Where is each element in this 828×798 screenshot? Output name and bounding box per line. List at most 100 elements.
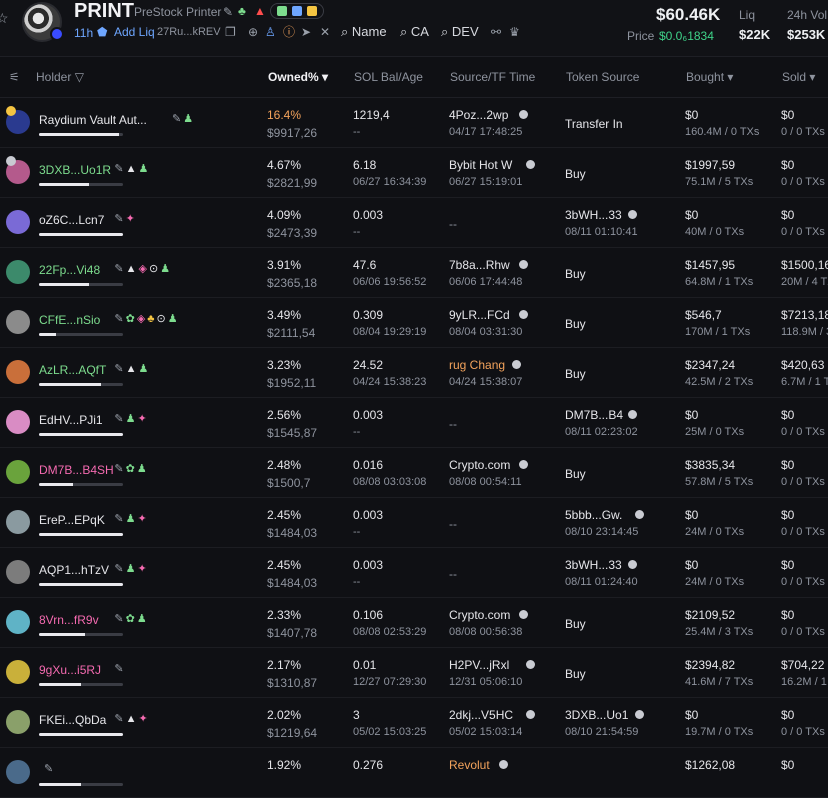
drop-icon: ⬟ [97, 25, 108, 39]
tag-icon[interactable]: ✎ [114, 613, 125, 625]
source-empty: -- [449, 517, 457, 531]
tag-icon[interactable]: ✎ [114, 213, 125, 225]
table-row[interactable]: 8Vrn...fR9v ✎✿♟ 2.33% $1407,78 0.106 08/08 02… [0, 598, 828, 648]
globe-icon[interactable]: ⊕ [248, 25, 258, 39]
tag-icon[interactable]: ✎ [114, 463, 125, 475]
tag-icon[interactable]: ✎ [114, 163, 125, 175]
col-bought[interactable]: Bought ▾ [686, 70, 733, 84]
tag-icon[interactable]: ✎ [114, 663, 125, 675]
funding-source[interactable]: 2dkj...V5HC [449, 708, 513, 722]
x-icon[interactable]: ✕ [320, 25, 330, 39]
table-row[interactable]: AzLR...AQfT ✎▲♟ 3.23% $1952,11 24.52 04/24 15… [0, 348, 828, 398]
contract-address[interactable]: 27Ru...kREV [157, 26, 221, 38]
funding-source[interactable]: Revolut [449, 758, 490, 772]
owned-usd: $1407,78 [267, 626, 318, 640]
holder-address[interactable]: CFfE...nSio [39, 313, 100, 327]
table-row[interactable]: 3DXB...Uo1R ✎▲♟ 4.67% $2821,99 6.18 06/27 16:… [0, 148, 828, 198]
table-row[interactable]: 9gXu...i5RJ ✎ 2.17% $1310,87 0.01 12/27 07:29… [0, 648, 828, 698]
star-icon[interactable]: ☆ [0, 10, 9, 27]
owned-percent: 2.56% [267, 408, 302, 422]
token-source[interactable]: DM7B...B4 [565, 408, 623, 422]
bought-usd: $1262,08 [685, 758, 736, 772]
table-row[interactable]: EreP...EPqK ✎♟✦ 2.45% $1484,03 0.003 -- -- 5bbb… [0, 498, 828, 548]
col-sol-bal[interactable]: SOL Bal/Age [354, 70, 423, 84]
holder-address[interactable]: AzLR...AQfT [39, 363, 106, 377]
filter-icon[interactable]: ▽ [75, 70, 84, 84]
holder-address[interactable]: EdHV...PJi1 [39, 413, 103, 427]
funding-source[interactable]: Crypto.com [449, 458, 510, 472]
liq-value: $22K [739, 27, 771, 42]
funding-source[interactable]: Bybit Hot W [449, 158, 512, 172]
holder-address[interactable]: EreP...EPqK [39, 513, 105, 527]
copy-icon[interactable]: ❐ [225, 25, 236, 39]
bought-usd: $0 [685, 708, 699, 722]
holding-bar [39, 683, 123, 686]
table-row[interactable]: DM7B...B4SH ✎✿♟ 2.48% $1500,7 0.016 08/08 03:… [0, 448, 828, 498]
tag-icon[interactable]: ✎ [114, 263, 125, 275]
funding-source[interactable]: 4Poz...2wp [449, 108, 508, 122]
telegram-icon[interactable]: ➤ [301, 25, 311, 39]
table-row[interactable]: CFfE...nSio ✎✿◈♣⊙♟ 3.49% $2111,54 0.309 08/04… [0, 298, 828, 348]
col-owned[interactable]: Owned% ▾ [268, 70, 328, 84]
holder-address[interactable]: AQP1...hTzV [39, 563, 109, 577]
wallet-age: -- [353, 426, 361, 438]
table-row[interactable]: FKEi...QbDa ✎▲✦ 2.02% $1219,64 3 05/02 15:03:… [0, 698, 828, 748]
holder-address[interactable]: FKEi...QbDa [39, 713, 106, 727]
tag-icon[interactable]: ✎ [44, 763, 55, 775]
tag-icon[interactable]: ✎ [114, 363, 125, 375]
edit-icon[interactable]: ✎ [223, 5, 233, 19]
table-row[interactable]: AQP1...hTzV ✎♟✦ 2.45% $1484,03 0.003 -- -- 3bWH… [0, 548, 828, 598]
col-holder[interactable]: Holder ▽ [36, 70, 84, 84]
col-source[interactable]: Source/TF Time [450, 70, 535, 84]
sol-balance: 0.003 [353, 208, 384, 222]
holder-tags: ✎✿◈♣⊙♟ [114, 312, 179, 325]
holder-address[interactable]: 9gXu...i5RJ [39, 663, 101, 677]
holder-address[interactable]: Raydium Vault Aut... [39, 113, 147, 127]
holder-address[interactable]: DM7B...B4SH [39, 463, 114, 477]
token-source[interactable]: 5bbb...Gw. [565, 508, 622, 522]
sold-usd: $0 [781, 508, 795, 522]
table-row[interactable]: oZ6C...Lcn7 ✎✦ 4.09% $2473,39 0.003 -- -- 3bWH.… [0, 198, 828, 248]
funding-source[interactable]: 7b8a...Rhw [449, 258, 510, 272]
funding-source[interactable]: rug Chang [449, 358, 505, 372]
holder-address[interactable]: 3DXB...Uo1R [39, 163, 111, 177]
wallet-age: -- [353, 126, 361, 138]
search-dev-link[interactable]: ⌕ DEV [441, 24, 479, 40]
table-row[interactable]: Raydium Vault Aut... ✎♟ 16.4% $9917,26 1219,… [0, 98, 828, 148]
sol-balance: 0.309 [353, 308, 384, 322]
holder-address[interactable]: 8Vrn...fR9v [39, 613, 99, 627]
token-name: PreStock Printer [134, 5, 222, 19]
funding-source[interactable]: H2PV...jRxl [449, 658, 509, 672]
token-source[interactable]: 3bWH...33 [565, 558, 622, 572]
holder-address[interactable]: 22Fp...Vi48 [39, 263, 100, 277]
holder-address[interactable]: oZ6C...Lcn7 [39, 213, 104, 227]
search-ca-link[interactable]: ⌕ CA [400, 24, 429, 40]
tag-icon: ✦ [138, 713, 150, 725]
crown-icon[interactable]: ♛ [509, 25, 520, 39]
tag-icon[interactable]: ✎ [114, 313, 125, 325]
token-source-icon [628, 410, 638, 419]
share-icon[interactable]: ⚯ [491, 25, 501, 39]
tag-icon[interactable]: ✎ [114, 413, 125, 425]
tag-icon[interactable]: ✎ [172, 113, 183, 125]
funding-source[interactable]: 9yLR...FCd [449, 308, 510, 322]
token-source[interactable]: 3DXB...Uo1 [565, 708, 628, 722]
table-row[interactable]: EdHV...PJi1 ✎♟✦ 2.56% $1545,87 0.003 -- -- DM7B… [0, 398, 828, 448]
tag-icon[interactable]: ✎ [114, 513, 125, 525]
token-source[interactable]: 3bWH...33 [565, 208, 622, 222]
tag-icon[interactable]: ✎ [114, 563, 125, 575]
filter-settings-icon[interactable]: ⚟ [9, 70, 20, 84]
funding-source[interactable]: Crypto.com [449, 608, 510, 622]
col-sold[interactable]: Sold ▾ [782, 70, 815, 84]
col-token-source[interactable]: Token Source [566, 70, 639, 84]
table-row[interactable]: ✎ 1.92% 0.276 Revolut $1262,08 $0 [0, 748, 828, 798]
search-icon: ⌕ [441, 24, 449, 39]
add-liq-link[interactable]: Add Liq [114, 25, 155, 39]
user-icon[interactable]: ♙ [265, 25, 276, 39]
search-name-link[interactable]: ⌕ Name [341, 24, 387, 40]
table-row[interactable]: 22Fp...Vi48 ✎▲◈⊙♟ 3.91% $2365,18 47.6 06/06 1… [0, 248, 828, 298]
source-token-icon [525, 660, 535, 669]
tag-icon[interactable]: ✎ [114, 713, 125, 725]
info-icon[interactable]: ⓘ [283, 25, 295, 39]
owned-percent: 3.23% [267, 358, 302, 372]
